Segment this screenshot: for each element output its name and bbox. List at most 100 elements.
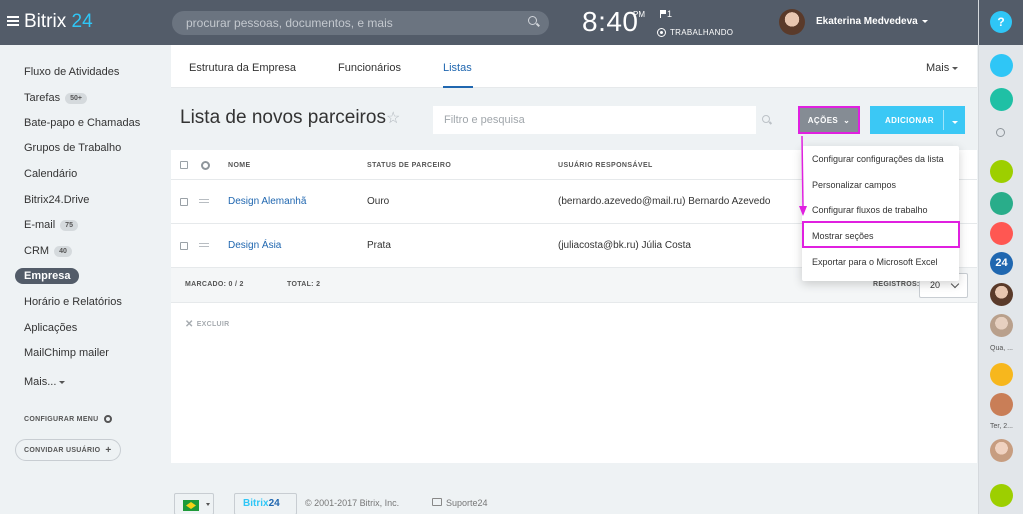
tab-employees[interactable]: Funcionários	[338, 62, 401, 74]
row-user: (bernardo.azevedo@mail.ru) Bernardo Azev…	[558, 196, 771, 207]
column-header-name[interactable]: NOME	[228, 162, 251, 169]
contact-avatar[interactable]	[990, 283, 1013, 306]
gear-icon[interactable]	[201, 161, 210, 170]
sidebar-item-label: Mais...	[24, 376, 57, 388]
flag-icon[interactable]	[660, 10, 666, 18]
chat-icon[interactable]	[990, 88, 1013, 111]
sidebar-item-crm[interactable]: CRM 40	[24, 245, 72, 257]
close-icon: ✕	[185, 319, 194, 330]
clock-ampm: PM	[633, 10, 645, 19]
sidebar-item-tasks[interactable]: Tarefas 50+	[24, 92, 87, 104]
b24-icon[interactable]: 24	[990, 252, 1013, 275]
total-count: TOTAL: 2	[287, 281, 320, 288]
row-status: Ouro	[367, 196, 390, 207]
sidebar-item-label: Aplicações	[24, 322, 78, 334]
menu-item-list-settings[interactable]: Configurar configurações da lista	[812, 154, 944, 164]
search-input[interactable]	[172, 11, 549, 35]
logo[interactable]: Bitrix 24	[24, 11, 93, 33]
search-icon[interactable]	[996, 128, 1005, 137]
plus-icon: +	[105, 444, 112, 456]
sidebar-item-email[interactable]: E-mail 75	[24, 219, 78, 231]
menu-item-export-excel[interactable]: Exportar para o Microsoft Excel	[812, 257, 938, 267]
row-checkbox[interactable]	[180, 242, 188, 250]
row-name-link[interactable]: Design Alemanhã	[228, 196, 306, 207]
menu-item-workflows[interactable]: Configurar fluxos de trabalho	[812, 205, 928, 215]
sidebar-item-more[interactable]: Mais...	[24, 376, 66, 388]
count-badge: 75	[60, 219, 78, 231]
phone-icon[interactable]	[990, 484, 1013, 507]
clock[interactable]: 8:40	[582, 6, 639, 38]
contact-avatar[interactable]	[990, 314, 1013, 337]
chevron-down-icon	[59, 380, 66, 384]
sidebar-item-chat[interactable]: Bate-papo e Chamadas	[24, 117, 140, 129]
bell-icon[interactable]	[990, 54, 1013, 77]
sidebar-item-label: Horário e Relatórios	[24, 296, 122, 308]
chevron-down-icon[interactable]	[922, 20, 928, 23]
actions-button[interactable]: AÇÕES ⌄	[798, 106, 860, 134]
help-icon[interactable]: ?	[990, 11, 1012, 33]
tab-more[interactable]: Mais	[926, 62, 958, 74]
records-label: REGISTROS:	[873, 281, 920, 288]
divider	[943, 110, 944, 130]
actions-label: AÇÕES	[807, 115, 839, 125]
chevron-down-icon	[950, 279, 960, 289]
menu-item-show-sections[interactable]: Mostrar seções	[812, 231, 874, 241]
right-rail: ? 24 Qua, ... Ter, 2...	[978, 0, 1023, 514]
sidebar-item-calendar[interactable]: Calendário	[24, 168, 77, 180]
user-name[interactable]: Ekaterina Medvedeva	[816, 16, 918, 27]
search-icon[interactable]	[762, 115, 770, 123]
contact-date: Qua, ...	[990, 345, 1013, 352]
total-label: TOTAL:	[287, 281, 314, 288]
phone-icon[interactable]	[990, 192, 1013, 215]
sidebar-item-company[interactable]: Empresa	[15, 268, 80, 284]
filter-search-input[interactable]	[433, 106, 756, 134]
delete-button[interactable]: ✕ EXCLUIR	[185, 319, 230, 330]
row-user: (juliacosta@bk.ru) Júlia Costa	[558, 240, 691, 251]
drag-handle-icon[interactable]	[199, 199, 209, 203]
row-name-link[interactable]: Design Ásia	[228, 240, 281, 251]
sidebar-item-apps[interactable]: Aplicações	[24, 322, 77, 334]
star-icon[interactable]: ☆	[386, 108, 400, 128]
column-header-user[interactable]: USUÁRIO RESPONSÁVEL	[558, 162, 653, 169]
sidebar-item-time[interactable]: Horário e Relatórios	[24, 296, 122, 308]
status-icon	[657, 28, 666, 37]
total-value: 2	[316, 281, 321, 288]
work-status[interactable]: TRABALHANDO	[670, 28, 733, 37]
configure-menu-button[interactable]: CONFIGURAR MENU	[24, 415, 112, 423]
sidebar-item-groups[interactable]: Grupos de Trabalho	[24, 142, 121, 154]
add-button[interactable]: ADICIONAR	[870, 106, 965, 134]
phone-icon[interactable]	[990, 222, 1013, 245]
tab-company-structure[interactable]: Estrutura da Empresa	[189, 62, 296, 74]
sidebar-item-label: Tarefas	[24, 92, 61, 104]
row-checkbox[interactable]	[180, 198, 188, 206]
sidebar-item-mailchimp[interactable]: MailChimp mailer	[24, 347, 109, 359]
sidebar-item-label: MailChimp mailer	[24, 347, 109, 359]
invite-user-button[interactable]: CONVIDAR USUÁRIO +	[15, 439, 121, 461]
marked-count: MARCADO: 0 / 2	[185, 281, 244, 288]
menu-item-custom-fields[interactable]: Personalizar campos	[812, 180, 896, 190]
sidebar-item-label: Bitrix24.Drive	[24, 194, 90, 206]
phone-icon[interactable]	[990, 160, 1013, 183]
drag-handle-icon[interactable]	[199, 243, 209, 247]
page-size-value: 20	[930, 280, 941, 290]
sidebar-item-drive[interactable]: Bitrix24.Drive	[24, 194, 89, 206]
top-bar: Bitrix 24 8:40 PM 1 TRABALHANDO Ekaterin…	[0, 0, 978, 45]
contact-avatar[interactable]	[990, 363, 1013, 386]
row-status: Prata	[367, 240, 391, 251]
select-all-checkbox[interactable]	[180, 161, 188, 169]
language-select[interactable]	[174, 493, 214, 514]
search-icon[interactable]	[528, 16, 537, 25]
contact-avatar[interactable]	[990, 393, 1013, 416]
gear-icon	[103, 415, 112, 423]
chevron-down-icon[interactable]	[952, 121, 958, 124]
user-avatar[interactable]	[779, 9, 805, 35]
delete-label: EXCLUIR	[196, 321, 230, 328]
bitrix24-badge[interactable]: Bitrix24	[234, 493, 297, 514]
sidebar-item-feed[interactable]: Fluxo de Atividades	[24, 66, 119, 78]
contact-avatar[interactable]	[990, 439, 1013, 462]
column-header-status[interactable]: STATUS DE PARCEIRO	[367, 162, 451, 169]
menu-icon[interactable]	[7, 16, 19, 26]
tab-lists[interactable]: Listas	[443, 62, 472, 74]
invite-user-label: CONVIDAR USUÁRIO	[24, 446, 101, 454]
support-link[interactable]: Suporte24	[446, 498, 488, 508]
